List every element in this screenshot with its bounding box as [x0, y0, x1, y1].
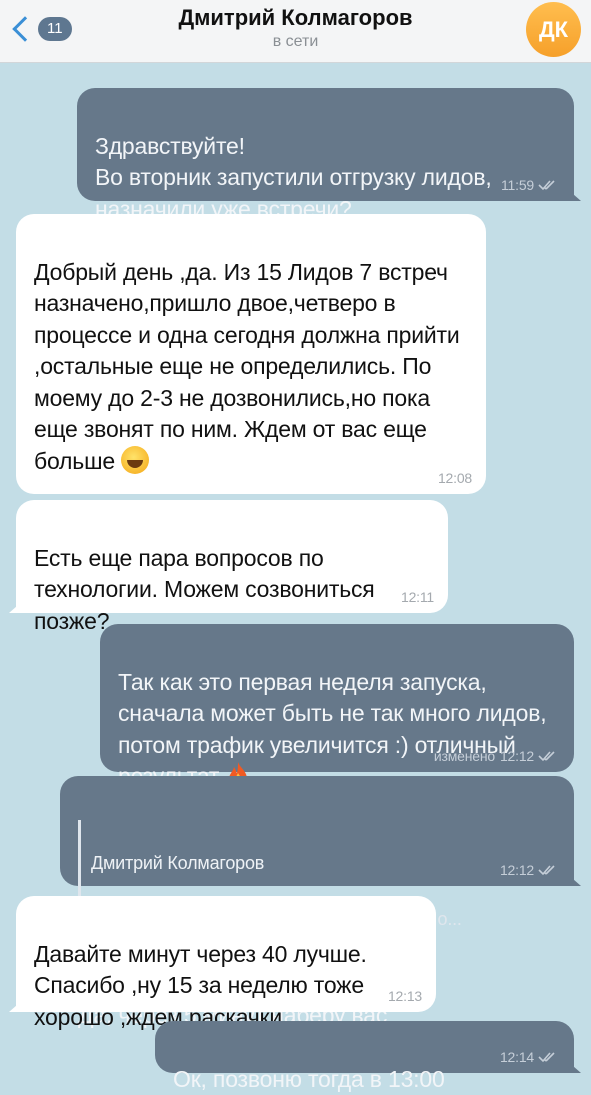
message-meta: 12:08	[438, 470, 472, 486]
message-bubble-incoming[interactable]: Добрый день ,да. Из 15 Лидов 7 встреч на…	[16, 214, 486, 494]
message-meta: 11:59	[501, 177, 560, 193]
double-check-icon	[538, 751, 555, 762]
message-bubble-outgoing[interactable]: Ок, позвоню тогда в 13:00 12:14	[155, 1021, 574, 1092]
chat-header: 11 Дмитрий Колмагоров в сети ДК	[0, 0, 591, 63]
double-check-icon	[538, 180, 555, 191]
message-meta: 12:12	[500, 862, 560, 878]
message-text: Здравствуйте! Во вторник запустили отгру…	[95, 132, 492, 222]
message-bubble-outgoing-reply[interactable]: Дмитрий Колмагоров Есть еще пара вопросо…	[60, 776, 574, 1028]
edited-label: изменено	[433, 748, 495, 764]
message-bubble-outgoing[interactable]: Здравствуйте! Во вторник запустили отгру…	[77, 88, 574, 222]
message-meta: 12:11	[401, 589, 434, 605]
avatar[interactable]: ДК	[526, 2, 581, 57]
message-text: Есть еще пара вопросов по технологии. Мо…	[34, 544, 375, 634]
message-bubble-outgoing[interactable]: Так как это первая неделя запуска, снача…	[100, 624, 574, 789]
message-text: Ок, позвоню тогда в 13:00	[173, 1065, 445, 1092]
message-time: 12:08	[437, 470, 472, 486]
message-time: 12:12	[499, 748, 534, 764]
message-bubble-incoming[interactable]: Есть еще пара вопросов по технологии. Мо…	[16, 500, 448, 634]
message-time: 12:13	[387, 988, 422, 1004]
reply-author: Дмитрий Колмагоров	[91, 853, 265, 873]
message-bubble-incoming[interactable]: Давайте минут через 40 лучше. Спасибо ,н…	[16, 896, 436, 1030]
message-time: 12:12	[499, 862, 534, 878]
message-time: 11:59	[501, 177, 534, 193]
chat-title[interactable]: Дмитрий Колмагоров	[0, 5, 591, 31]
grinning-sweat-emoji	[121, 445, 150, 474]
message-text: Так как это первая неделя запуска, снача…	[118, 668, 547, 790]
message-text: Добрый день ,да. Из 15 Лидов 7 встреч на…	[34, 258, 460, 474]
message-time: 12:14	[499, 1049, 534, 1065]
message-time: 12:11	[401, 589, 434, 605]
message-meta: изменено 12:12	[434, 748, 560, 764]
double-check-icon	[538, 1052, 555, 1063]
double-check-icon	[538, 865, 555, 876]
message-meta: 12:14	[500, 1049, 560, 1065]
message-meta: 12:13	[388, 988, 422, 1004]
online-status: в сети	[272, 33, 319, 50]
